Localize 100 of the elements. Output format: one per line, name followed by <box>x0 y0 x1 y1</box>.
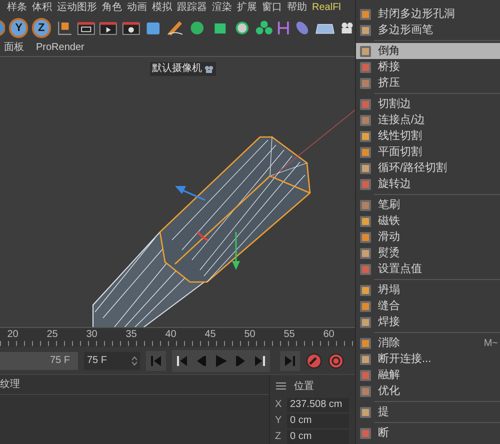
tick-label: 35 <box>124 328 138 342</box>
tool-icon <box>359 384 372 398</box>
tool-icon <box>359 178 372 190</box>
end-frame-field[interactable]: 75 F <box>0 352 78 370</box>
axis-arrow <box>175 186 206 200</box>
tick-label: 40 <box>164 328 178 342</box>
menu-item[interactable]: 切割边 <box>356 96 500 112</box>
tool-icon <box>359 146 372 158</box>
menu-item[interactable]: 封闭多边形孔洞 <box>356 6 500 22</box>
previous-key-icon[interactable] <box>177 356 187 366</box>
menu-item[interactable]: 设置点值 <box>356 261 500 277</box>
spinner-icon <box>132 356 137 366</box>
menu-item[interactable]: 样条 <box>7 0 27 16</box>
tool-icon <box>359 130 372 142</box>
tool-icon <box>359 214 372 228</box>
tool-icon <box>359 24 372 36</box>
menu-item[interactable]: 平面切割 <box>356 144 500 160</box>
axis-lock-button[interactable]: Y <box>9 18 28 38</box>
menu-item[interactable]: 面板 <box>4 40 24 56</box>
panel-title: 位置 <box>294 380 314 394</box>
menu-item[interactable]: 旋转边 <box>356 176 500 192</box>
menu-item[interactable]: 断开连接... <box>356 351 500 367</box>
menu-icon[interactable] <box>276 382 286 390</box>
tool-icon <box>359 114 372 126</box>
tick-label: 60 <box>322 328 336 342</box>
tick-label: 45 <box>204 328 217 342</box>
tick-label: 20 <box>6 328 20 342</box>
tool-icon <box>359 8 372 20</box>
tool-icon <box>359 198 372 212</box>
menu-item[interactable]: 帮助 <box>287 0 307 16</box>
pen-icon[interactable] <box>166 18 184 37</box>
menu-item[interactable]: 缝合 <box>356 298 500 314</box>
menu-item[interactable]: 笔刷 <box>356 197 500 213</box>
menu-item[interactable]: 熨烫 <box>356 245 500 261</box>
skip-end-icon <box>285 356 295 366</box>
menu-item[interactable]: 扩展 <box>237 0 257 16</box>
menu-item[interactable]: 角色 <box>102 0 122 16</box>
menu-item[interactable]: 焊接 <box>356 314 500 330</box>
menu-item[interactable]: 渲染 <box>212 0 232 16</box>
tool-icon <box>359 406 372 418</box>
axis-lock-button[interactable]: Z <box>32 18 51 38</box>
tick-label: 30 <box>85 328 98 342</box>
tool-icon <box>359 262 372 276</box>
axis-arrow <box>232 232 240 270</box>
menu-item[interactable]: ProRender <box>36 40 84 56</box>
shortcut-label: M~ <box>484 336 498 350</box>
menu-item[interactable]: 桥接 <box>356 59 500 75</box>
tool-icon <box>359 76 372 90</box>
panel-title: 纹理 <box>0 378 20 392</box>
menu-item[interactable]: 跟踪器 <box>177 0 207 16</box>
axis-label: Y <box>275 414 283 428</box>
tool-icon <box>359 284 372 296</box>
menu-item[interactable]: 挤压 <box>356 75 500 91</box>
tool-icon <box>359 368 372 382</box>
menu-item[interactable]: 模拟 <box>152 0 172 16</box>
menu-item[interactable]: 多边形画笔 <box>356 22 500 38</box>
menu-item[interactable]: 体积 <box>32 0 52 16</box>
tool-icon <box>359 426 372 440</box>
next-key-icon[interactable] <box>255 356 265 366</box>
menu-item[interactable]: 滑动 <box>356 229 500 245</box>
camera-label: 默认摄像机 <box>152 62 202 76</box>
auto-key-icon[interactable] <box>328 352 344 369</box>
menu-item[interactable]: 磁铁 <box>356 213 500 229</box>
tool-icon <box>359 162 372 174</box>
record-key-icon[interactable] <box>306 352 322 369</box>
menu-item[interactable]: 窗口 <box>262 0 282 16</box>
tick-label: 55 <box>282 328 296 342</box>
rotation-arc <box>197 230 208 240</box>
tool-icon <box>359 44 372 58</box>
axis-label: Z <box>275 430 282 444</box>
tool-icon <box>359 230 372 244</box>
tool-icon <box>359 316 372 328</box>
menu-item[interactable]: 动画 <box>127 0 147 16</box>
value-field[interactable]: 0 cm <box>287 414 349 428</box>
menu-item[interactable]: 运动图形 <box>57 0 97 16</box>
camera-icon <box>204 64 214 73</box>
menu-item[interactable]: 线性切割 <box>356 128 500 144</box>
tool-icon <box>359 300 372 312</box>
cubes-icon[interactable] <box>255 18 274 37</box>
menu-item[interactable]: 断 <box>356 425 500 441</box>
go-to-start-button[interactable] <box>146 350 166 371</box>
tick-label: 50 <box>243 328 256 342</box>
tool-icon <box>359 98 372 110</box>
menu-item[interactable]: 消除 M~ <box>356 335 500 351</box>
menu-item[interactable]: 优化 <box>356 383 500 399</box>
tool-icon <box>359 60 372 74</box>
menu-item[interactable]: 循环/路径切割 <box>356 160 500 176</box>
menu-item[interactable]: 倒角 <box>356 43 500 59</box>
current-frame-field[interactable]: 75 F <box>84 352 140 370</box>
menu-item[interactable]: 提 <box>356 404 500 420</box>
tool-icon <box>359 352 372 366</box>
menu-item[interactable]: RealFl <box>312 0 341 16</box>
menu-item[interactable]: 融解 <box>356 367 500 383</box>
axis-lock-icon[interactable] <box>0 18 6 37</box>
menu-item[interactable]: 连接点/边 <box>356 112 500 128</box>
tool-icon <box>359 336 372 350</box>
value-field[interactable]: 237.508 cm <box>287 398 349 412</box>
menu-item[interactable]: 坍塌 <box>356 282 500 298</box>
value-field[interactable]: 0 cm <box>287 430 349 444</box>
skip-start-icon <box>151 356 161 366</box>
